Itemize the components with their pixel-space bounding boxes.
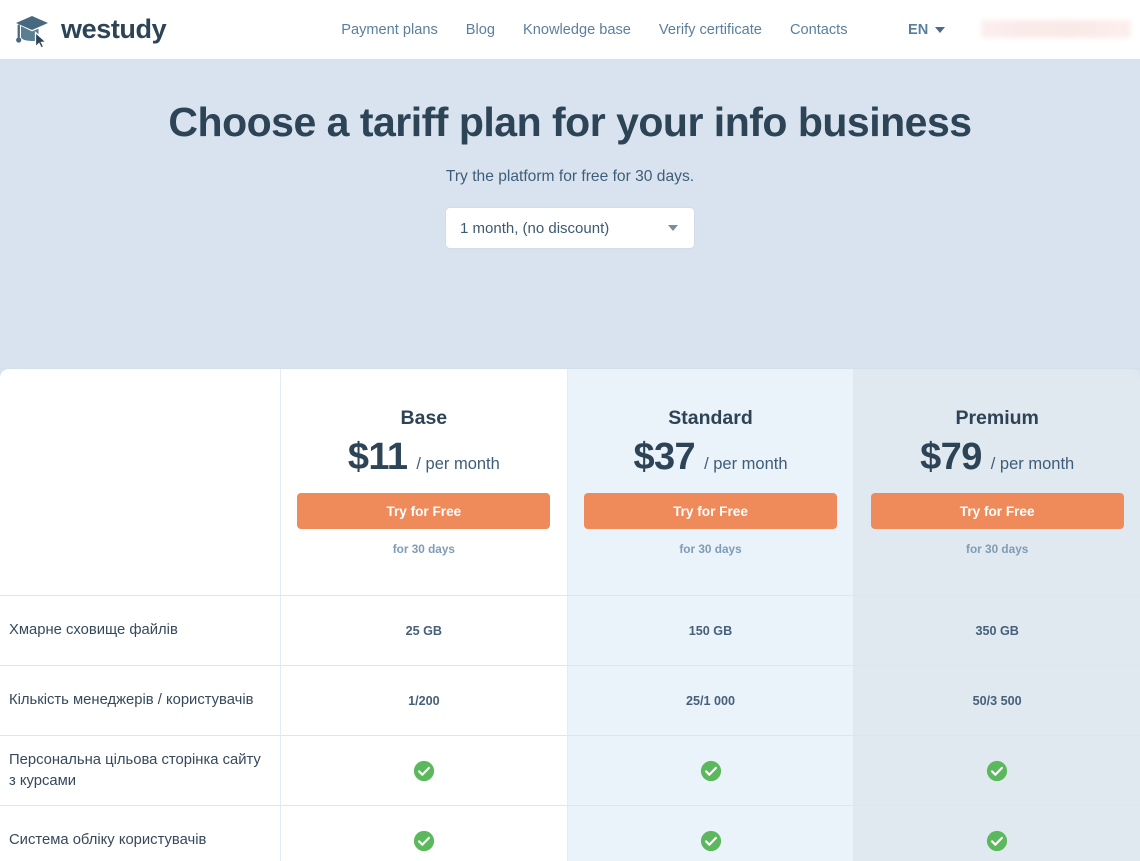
- page-root: westudy Payment plans Blog Knowledge bas…: [0, 0, 1140, 861]
- brand-logo[interactable]: westudy: [12, 10, 167, 50]
- language-selector[interactable]: EN: [908, 21, 946, 38]
- feature-column-header: [0, 369, 281, 596]
- nav-link-verify-certificate[interactable]: Verify certificate: [659, 22, 762, 38]
- language-label: EN: [908, 21, 929, 38]
- account-email-redacted[interactable]: [981, 20, 1131, 38]
- table-row: Система обліку користувачів: [0, 806, 1140, 861]
- check-circle-icon: [281, 806, 568, 861]
- page-title: Choose a tariff plan for your info busin…: [168, 99, 972, 145]
- try-for-free-button-standard[interactable]: Try for Free: [584, 493, 837, 529]
- check-circle-icon: [854, 736, 1140, 806]
- plan-period: / per month: [704, 455, 788, 473]
- plan-column-premium: Premium $79 / per month Try for Free for…: [854, 369, 1140, 596]
- graduation-cap-cursor-icon: [12, 10, 52, 50]
- brand-name: westudy: [61, 14, 167, 44]
- nav-link-contacts[interactable]: Contacts: [790, 22, 848, 38]
- billing-period-select[interactable]: 1 month, (no discount): [445, 207, 695, 249]
- plan-column-base: Base $11 / per month Try for Free for 30…: [281, 369, 568, 596]
- plan-name: Premium: [955, 407, 1039, 429]
- site-header: westudy Payment plans Blog Knowledge bas…: [0, 0, 1140, 59]
- cta-note: for 30 days: [392, 542, 455, 556]
- nav-link-payment-plans[interactable]: Payment plans: [341, 22, 438, 38]
- feature-label: Система обліку користувачів: [0, 806, 281, 861]
- check-circle-icon: [281, 736, 568, 806]
- chevron-down-icon: [935, 26, 946, 33]
- check-circle-icon: [567, 806, 855, 861]
- plan-period: / per month: [416, 455, 500, 473]
- chevron-down-icon: [668, 225, 678, 231]
- pricing-table-header-row: Base $11 / per month Try for Free for 30…: [0, 369, 1140, 596]
- pricing-table-body: Хмарне сховище файлів 25 GB 150 GB 350 GB Кі…: [0, 596, 1140, 861]
- check-circle-icon: [854, 806, 1140, 861]
- plan-price: $37: [633, 436, 696, 478]
- table-row: Персональна цільова сторінка сайту з кур…: [0, 736, 1140, 806]
- plan-name: Base: [400, 407, 448, 429]
- hero-section: Choose a tariff plan for your info busin…: [0, 59, 1140, 861]
- table-row: Хмарне сховище файлів 25 GB 150 GB 350 GB: [0, 596, 1140, 666]
- feature-value-base: 25 GB: [281, 596, 568, 666]
- feature-label: Хмарне сховище файлів: [0, 596, 281, 666]
- check-circle-icon: [567, 736, 855, 806]
- main-nav: Payment plans Blog Knowledge base Verify…: [341, 22, 847, 38]
- try-for-free-button-base[interactable]: Try for Free: [297, 493, 551, 529]
- nav-link-blog[interactable]: Blog: [466, 22, 495, 38]
- plan-price-row: $11 / per month: [348, 438, 500, 476]
- plan-price-row: $79 / per month: [920, 438, 1074, 476]
- feature-value-standard: 150 GB: [567, 596, 855, 666]
- cta-note: for 30 days: [679, 542, 742, 556]
- plan-price: $79: [920, 436, 982, 478]
- plan-price: $11: [347, 436, 408, 478]
- cta-note: for 30 days: [966, 542, 1029, 556]
- plan-price-row: $37 / per month: [633, 438, 787, 476]
- feature-value-premium: 50/3 500: [854, 666, 1140, 736]
- feature-value-premium: 350 GB: [854, 596, 1140, 666]
- billing-period-value: 1 month, (no discount): [460, 219, 610, 237]
- nav-link-knowledge-base[interactable]: Knowledge base: [523, 22, 631, 38]
- table-row: Кількість менеджерів / користувачів 1/200…: [0, 666, 1140, 736]
- feature-label: Персональна цільова сторінка сайту з кур…: [0, 736, 281, 806]
- hero-subtitle: Try the platform for free for 30 days.: [445, 168, 695, 185]
- plan-name: Standard: [668, 407, 753, 429]
- pricing-table: Base $11 / per month Try for Free for 30…: [0, 368, 1140, 861]
- feature-value-base: 1/200: [281, 666, 568, 736]
- try-for-free-button-premium[interactable]: Try for Free: [870, 493, 1124, 529]
- feature-label: Кількість менеджерів / користувачів: [0, 666, 281, 736]
- plan-period: / per month: [990, 455, 1075, 473]
- feature-value-standard: 25/1 000: [567, 666, 855, 736]
- billing-period-select-wrapper: 1 month, (no discount): [445, 207, 695, 249]
- plan-column-standard: Standard $37 / per month Try for Free fo…: [567, 369, 855, 596]
